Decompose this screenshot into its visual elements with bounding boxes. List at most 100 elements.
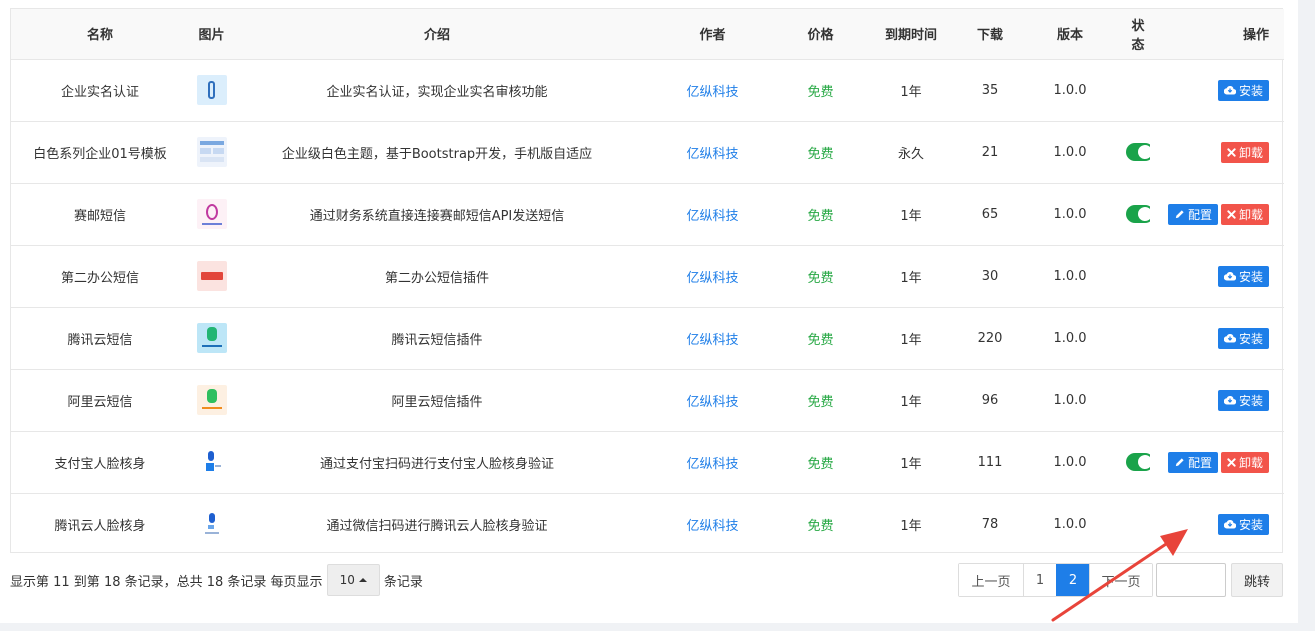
plugin-table: 名称 图片 介绍 作者 价格 到期时间 下载 版本 状态 操作 企业实名认证 企业… — [11, 9, 1284, 555]
tencent-sms-icon — [196, 323, 227, 353]
page-button-1[interactable]: 1 — [1023, 564, 1056, 596]
plugin-actions: 安装 — [1150, 307, 1284, 370]
install-button[interactable]: 安装 — [1217, 513, 1269, 535]
uninstall-button[interactable]: 卸载 — [1220, 451, 1269, 473]
pagination: 上一页 1 2 下一页 — [958, 563, 1153, 597]
plugin-name: 白色系列企业01号模板 — [11, 121, 189, 184]
header-author[interactable]: 作者 — [640, 9, 785, 60]
plugin-name: 支付宝人脸核身 — [11, 431, 189, 494]
scrollbar-track[interactable] — [1298, 0, 1315, 631]
header-name[interactable]: 名称 — [11, 9, 189, 60]
plugin-downloads: 65 — [966, 183, 1014, 246]
plugin-intro: 企业实名认证，实现企业实名审核功能 — [234, 59, 640, 122]
table-row: 赛邮短信 通过财务系统直接连接赛邮短信API发送短信 亿纵科技 免费 1年 65 1.0.0… — [11, 183, 1284, 246]
page-button-2[interactable]: 2 — [1056, 564, 1089, 596]
plugin-downloads: 78 — [981, 516, 999, 532]
plugin-author-link[interactable]: 亿纵科技 — [640, 245, 785, 308]
page-size-dropdown[interactable]: 10 — [326, 564, 380, 596]
header-status[interactable]: 状态 — [1126, 9, 1150, 60]
plugin-thumbnail — [189, 183, 234, 246]
uninstall-button-label: 卸载 — [1238, 207, 1263, 222]
cloud-download-icon — [1223, 271, 1236, 281]
plugin-status-cell — [1126, 369, 1150, 432]
plugin-author-link[interactable]: 亿纵科技 — [640, 307, 785, 370]
pencil-icon — [1174, 209, 1185, 220]
table-row: 阿里云短信 阿里云短信插件 亿纵科技 免费 1年 96 1.0.0 安装 — [11, 369, 1284, 432]
caret-up-icon — [358, 578, 367, 582]
plugin-version: 1.0.0 — [1014, 431, 1126, 494]
plugin-status-cell — [1126, 121, 1150, 184]
plugin-version: 1.0.0 — [1014, 121, 1126, 184]
plugin-name: 腾讯云短信 — [11, 307, 189, 370]
pagination-info: 显示第 11 到第 18 条记录，总共 18 条记录 每页显示 10 条记录 — [10, 564, 423, 596]
plugin-expire: 1年 — [900, 518, 922, 534]
plugin-actions: 安装 — [1150, 59, 1284, 122]
header-expire[interactable]: 到期时间 — [856, 9, 966, 60]
status-toggle[interactable] — [1126, 143, 1150, 161]
plugin-author-link[interactable]: 亿纵科技 — [640, 121, 785, 184]
plugin-actions: 安装 — [1150, 493, 1284, 555]
plugin-actions: 安装 — [1150, 245, 1284, 308]
config-button[interactable]: 配置 — [1167, 203, 1218, 225]
plugin-version: 1.0.0 — [1014, 183, 1126, 246]
plugin-version: 1.0.0 — [1053, 516, 1087, 532]
plugin-name: 第二办公短信 — [11, 245, 189, 308]
install-button[interactable]: 安装 — [1217, 389, 1269, 411]
plugin-intro: 企业级白色主题，基于Bootstrap开发，手机版自适应 — [234, 121, 640, 184]
plugin-intro: 通过支付宝扫码进行支付宝人脸核身验证 — [234, 431, 640, 494]
plugin-price: 免费 — [785, 121, 856, 184]
table-row: 白色系列企业01号模板 企业级白色主题，基于Bootstrap开发，手机版自适应亿… — [11, 121, 1284, 184]
install-button[interactable]: 安装 — [1217, 265, 1269, 287]
plugin-author-link[interactable]: 亿纵科技 — [640, 431, 785, 494]
cloud-download-icon — [1223, 333, 1236, 343]
header-version[interactable]: 版本 — [1014, 9, 1126, 60]
plugin-price: 免费 — [807, 518, 834, 534]
header-actions[interactable]: 操作 — [1150, 9, 1284, 60]
jump-page-input[interactable] — [1156, 563, 1226, 597]
uninstall-button[interactable]: 卸载 — [1220, 203, 1269, 225]
install-button[interactable]: 安装 — [1217, 327, 1269, 349]
header-image[interactable]: 图片 — [189, 9, 234, 60]
plugin-price: 免费 — [785, 183, 856, 246]
page-size-value: 10 — [339, 573, 355, 587]
plugin-version: 1.0.0 — [1014, 59, 1126, 122]
plugin-author-link[interactable]: 亿纵科技 — [640, 369, 785, 432]
status-toggle[interactable] — [1126, 205, 1150, 223]
header-downloads[interactable]: 下载 — [966, 9, 1014, 60]
header-intro[interactable]: 介绍 — [234, 9, 640, 60]
config-button[interactable]: 配置 — [1167, 451, 1218, 473]
plugin-expire: 1年 — [856, 183, 966, 246]
plugin-version: 1.0.0 — [1014, 369, 1126, 432]
plugin-price: 免费 — [785, 245, 856, 308]
header-price[interactable]: 价格 — [785, 9, 856, 60]
next-page-button[interactable]: 下一页 — [1089, 564, 1152, 596]
plugin-name: 企业实名认证 — [11, 59, 189, 122]
install-button-label: 安装 — [1238, 517, 1263, 532]
plugin-name: 腾讯云人脸核身 — [54, 518, 146, 534]
pagination-info-suffix: 条记录 — [383, 574, 423, 590]
plugin-downloads: 111 — [966, 431, 1014, 494]
status-toggle[interactable] — [1126, 453, 1150, 471]
plugin-intro: 第二办公短信插件 — [234, 245, 640, 308]
plugin-price: 免费 — [785, 369, 856, 432]
plugin-author-link[interactable]: 亿纵科技 — [640, 493, 785, 555]
jump-button[interactable]: 跳转 — [1231, 563, 1283, 597]
plugin-expire: 1年 — [856, 245, 966, 308]
plugin-status-cell — [1126, 59, 1150, 122]
plugin-author-link[interactable]: 亿纵科技 — [640, 59, 785, 122]
config-button-label: 配置 — [1187, 455, 1212, 470]
uninstall-button[interactable]: 卸载 — [1220, 141, 1269, 163]
cloud-download-icon — [1223, 85, 1236, 95]
table-row: 腾讯云短信 腾讯云短信插件 亿纵科技 免费 1年 220 1.0.0 安装 — [11, 307, 1284, 370]
plugin-price: 免费 — [785, 59, 856, 122]
plugin-author-link[interactable]: 亿纵科技 — [640, 183, 785, 246]
plugin-intro: 通过财务系统直接连接赛邮短信API发送短信 — [234, 183, 640, 246]
plugin-actions: 配置 卸载 — [1150, 183, 1284, 246]
install-button[interactable]: 安装 — [1217, 79, 1269, 101]
plugin-name: 赛邮短信 — [11, 183, 189, 246]
submail-icon — [196, 199, 227, 229]
plugin-status-cell — [1126, 431, 1150, 494]
plugin-thumbnail — [189, 369, 234, 432]
prev-page-button[interactable]: 上一页 — [959, 564, 1023, 596]
cloud-download-icon — [1223, 395, 1236, 405]
